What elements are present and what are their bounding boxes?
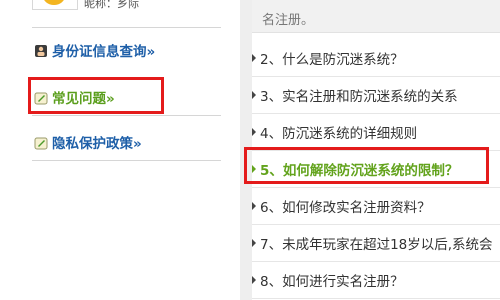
arrow-right-icon [252,239,256,247]
question-text: 3、实名注册和防沉迷系统的关系 [260,89,458,105]
pencil-icon [34,90,48,105]
column-separator [240,0,252,300]
sidebar-item-privacy[interactable]: 隐私保护政策» [34,131,142,153]
sidebar-item-id-query[interactable]: 身份证信息查询» [34,39,155,61]
pencil-icon [34,135,48,150]
question-text: 6、如何修改实名注册资料？ [260,200,431,216]
arrow-right-icon [252,276,256,284]
sidebar-item-faq[interactable]: 常见问题» [34,86,115,108]
question-text: 2、什么是防沉迷系统？ [260,52,404,68]
divider [32,160,221,161]
answer-text: 名注册。 [262,13,315,28]
sidebar-item-label: 隐私保护政策» [52,136,142,152]
sidebar-item-label: 身份证信息查询» [52,44,156,60]
avatar[interactable] [32,0,78,10]
question-item[interactable]: 4、防沉迷系统的详细规则 [252,114,500,151]
arrow-right-icon [252,128,256,136]
arrow-right-icon [252,165,256,173]
arrow-right-icon [252,202,256,210]
question-item[interactable]: 6、如何修改实名注册资料？ [252,188,500,225]
question-text: 8、如何进行实名注册？ [260,274,404,290]
question-item[interactable]: 8、如何进行实名注册？ [252,262,500,299]
question-item-active[interactable]: 5、如何解除防沉迷系统的限制？ [252,151,500,188]
sidebar: 昵称：乡际 身份证信息查询» 常见问题» 隐私保护政策» [0,0,250,300]
arrow-right-icon [252,91,256,99]
nickname-label: 昵称：乡际 [84,0,139,10]
id-card-icon [34,43,48,57]
question-item[interactable]: 3、实名注册和防沉迷系统的关系 [252,77,500,114]
question-text: 5、如何解除防沉迷系统的限制？ [260,163,459,179]
question-item[interactable]: 2、什么是防沉迷系统？ [252,40,500,77]
divider [32,27,221,28]
avatar-egg-icon [43,0,65,5]
sidebar-item-label: 常见问题» [52,91,115,107]
question-text: 4、防沉迷系统的详细规则 [260,126,418,142]
question-item[interactable]: 7、未成年玩家在超过18岁以后,系统会 [252,225,500,262]
profile-area: 昵称：乡际 [0,0,250,12]
question-text: 7、未成年玩家在超过18岁以后,系统会 [260,237,493,253]
arrow-right-icon [252,54,256,62]
divider [32,115,221,116]
